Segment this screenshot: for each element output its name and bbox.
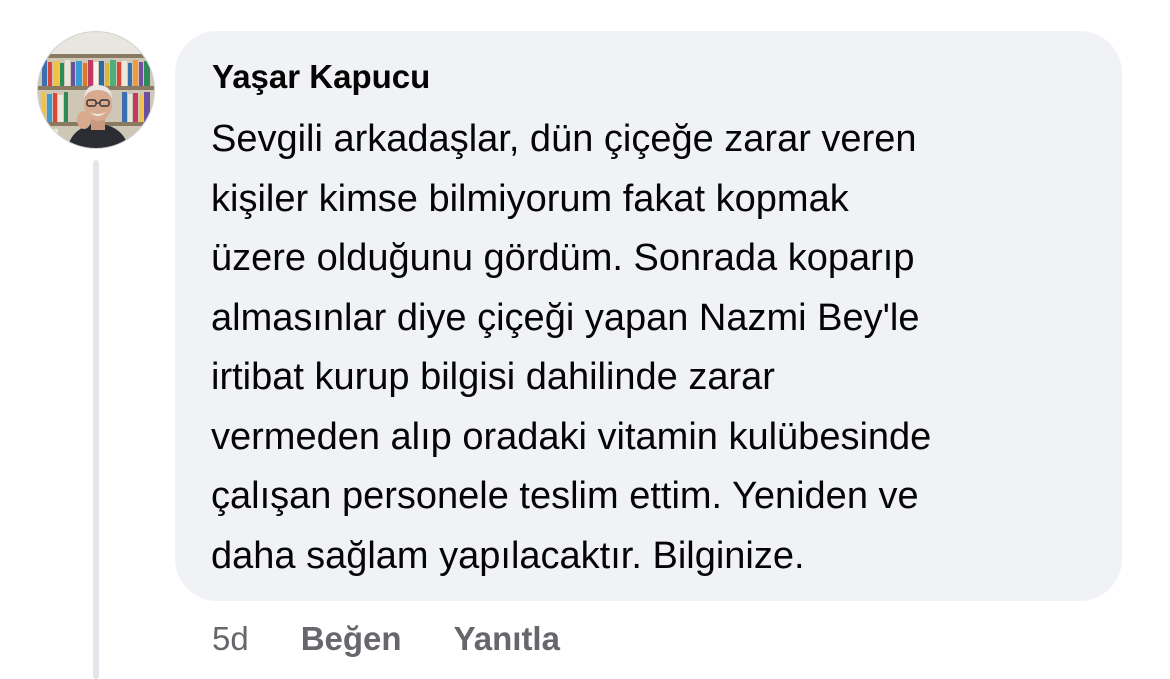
avatar[interactable] (37, 31, 155, 149)
comment-timestamp[interactable]: 5d (212, 620, 249, 658)
comment-text: Sevgili arkadaşlar, dün çiçeğe zarar ver… (211, 110, 1111, 586)
comment-actions: 5d Beğen Yanıtla (212, 617, 560, 661)
reply-thread-line (93, 160, 99, 679)
comment-text-line: almasınlar diye çiçeği yapan Nazmi Bey'l… (211, 296, 920, 339)
comment-text-line: Sevgili arkadaşlar, dün çiçeğe zarar ver… (211, 118, 917, 160)
comment-text-line: vermeden alıp oradaki vitamin kulübesind… (211, 415, 932, 458)
reply-button[interactable]: Yanıtla (454, 620, 560, 658)
comment-text-line: irtibat kurup bilgisi dahilinde zarar (211, 356, 775, 398)
comment-text-line: üzere olduğunu gördüm. Sonrada koparıp (211, 237, 915, 279)
avatar-photo (38, 32, 154, 148)
comment-text-line: daha sağlam yapılacaktır. Bilginize. (211, 534, 805, 577)
comment-text-line: kişiler kimse bilmiyorum fakat kopmak (211, 177, 849, 220)
like-button[interactable]: Beğen (301, 620, 402, 658)
comment-text-line: çalışan personele teslim ettim. Yeniden … (211, 475, 919, 517)
comment-author-name[interactable]: Yaşar Kapucu (212, 55, 430, 99)
